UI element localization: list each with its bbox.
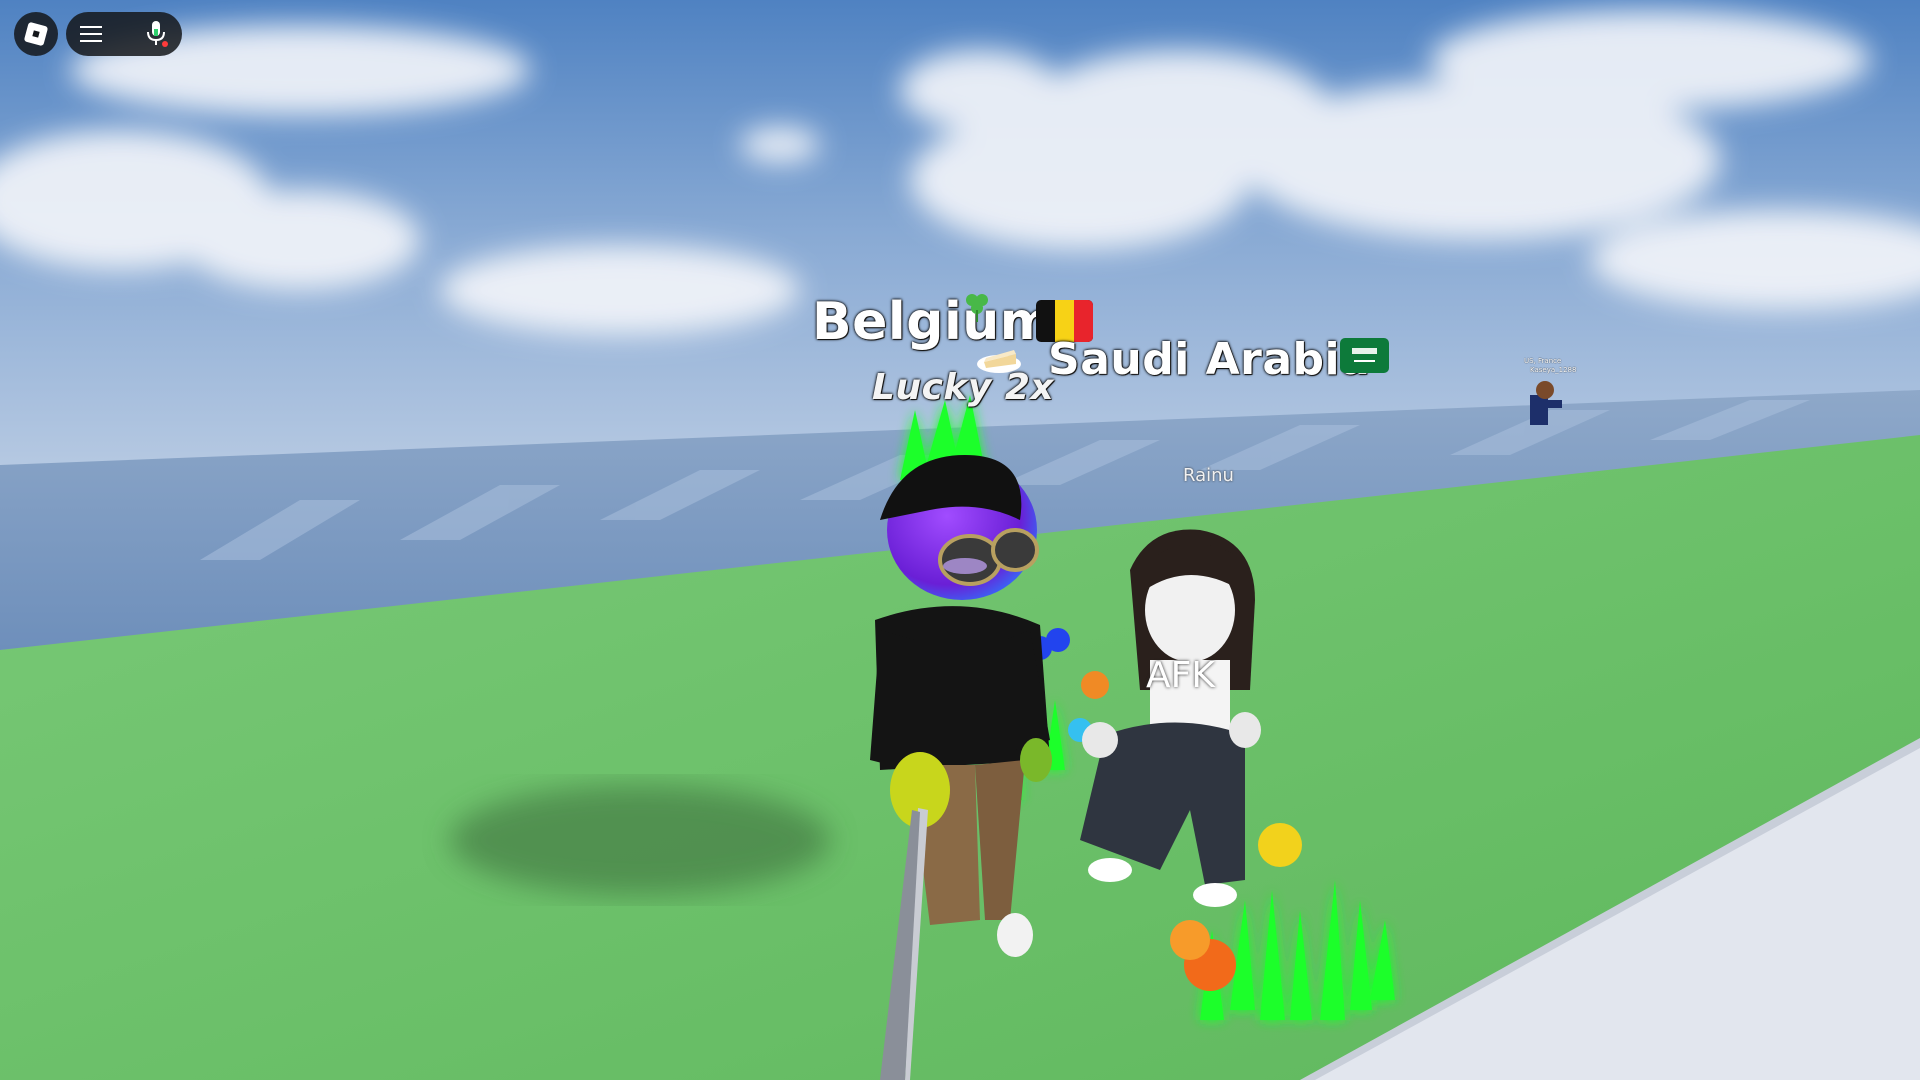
player2-afk-status: AFK [1146,655,1215,696]
far-player-country-label: US, France [1524,357,1562,365]
top-left-hud [14,12,182,56]
player-shadow [450,785,830,895]
player2-username-label: Rainu [1183,465,1234,486]
player2-country-label: Saudi Arabia [1048,334,1371,385]
saudi-arabia-flag-icon [1340,338,1389,373]
menu-and-voice-group [66,12,182,56]
clover-icon [966,294,988,322]
roblox-logo-icon [24,22,48,46]
far-player-username-label: Kaseya_1288 [1530,366,1577,374]
player1-buff-label: Lucky 2x [872,367,1055,408]
hamburger-menu-icon[interactable] [80,25,102,43]
microphone-icon[interactable] [144,20,168,48]
game-viewport[interactable] [0,0,1920,1080]
roblox-menu-button[interactable] [14,12,58,56]
